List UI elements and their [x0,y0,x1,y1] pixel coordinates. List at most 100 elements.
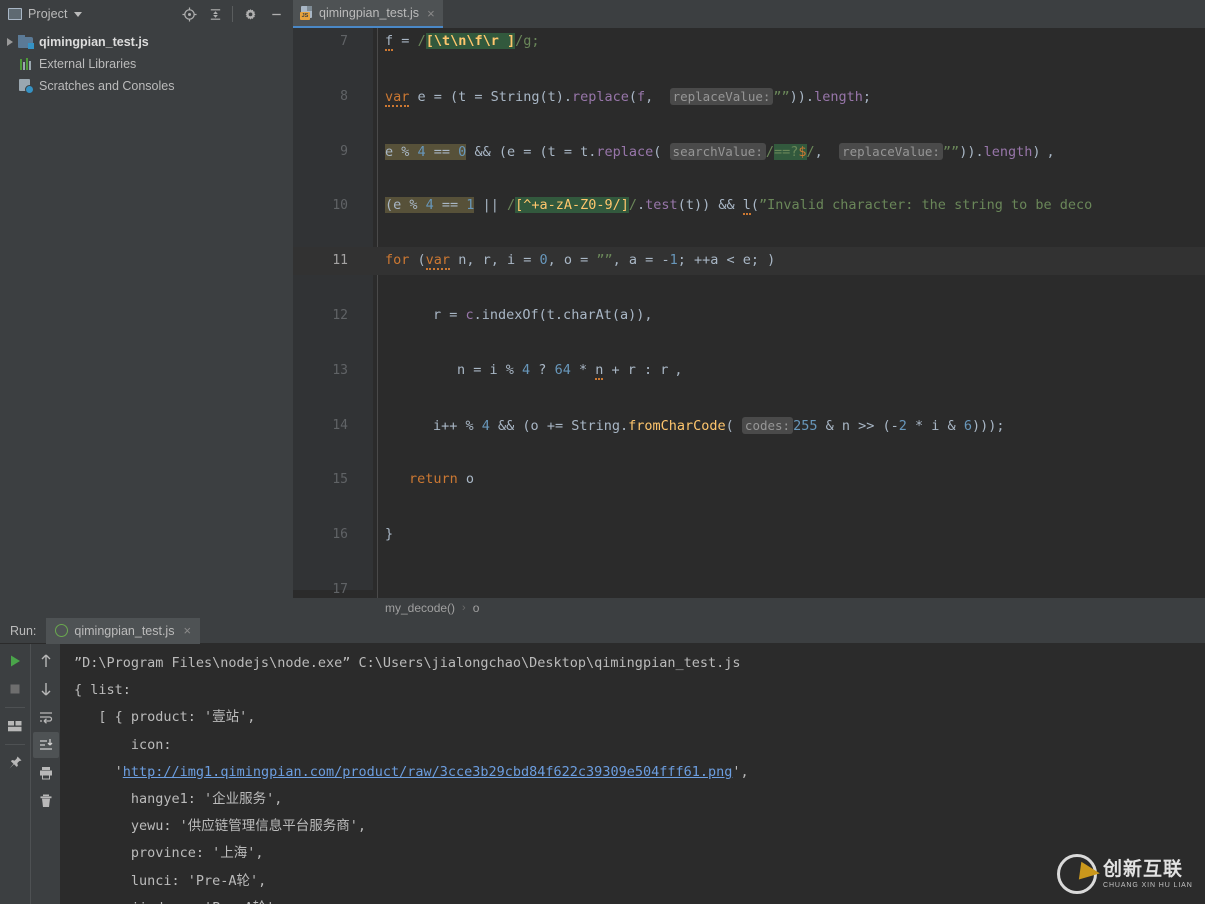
settings-gear-icon[interactable] [237,1,263,27]
run-toolbar [0,644,60,904]
code-text: return o [409,466,474,493]
locate-icon[interactable] [176,1,202,27]
tree-item-external-libraries[interactable]: External Libraries [0,53,293,75]
close-icon[interactable]: × [427,6,435,21]
code-line[interactable]: 13 n = i % 4 ? 64 * n + r : r, [293,357,1205,384]
toolbar-divider [5,744,25,745]
code-line[interactable]: 16 – } [293,521,1205,548]
project-panel-icon [8,8,22,20]
code-line[interactable]: 10 (e % 4 == 1 || /[^+a-zA-Z0-9/]/.test(… [293,192,1205,219]
console-line: [ { product: '壹站', [74,704,1205,731]
console-line: yewu: '供应链管理信息平台服务商', [74,813,1205,840]
tree-item-label: External Libraries [39,57,136,71]
run-tab-label: qimingpian_test.js [74,624,174,638]
breadcrumb: my_decode() › o [293,598,1205,618]
console-line-with-link: 'http://img1.qimingpian.com/product/raw/… [74,759,1205,786]
code-editor[interactable]: 7 f = /[\t\n\f\r ]/g; 8 var e = (t = Str… [293,28,1205,618]
tree-item-scratches-and-consoles[interactable]: Scratches and Consoles [0,75,293,97]
toolbar-divider [5,707,25,708]
logo-mark-icon [1057,854,1097,894]
console-line: ”D:\Program Files\nodejs\node.exe” C:\Us… [74,650,1205,677]
project-tree: qimingpian_test.js External Libraries Sc… [0,28,293,618]
param-hint-codes: codes: [742,417,793,434]
chevron-down-icon[interactable] [74,12,82,17]
code-line[interactable]: 15 return o [293,466,1205,493]
down-arrow-icon[interactable] [33,676,59,702]
breadcrumb-separator-icon: › [462,602,466,614]
line-number: 8 [293,83,348,110]
editor-tab-qimingpian-test-js[interactable]: JS qimingpian_test.js × [293,0,443,28]
project-panel-header: Project [0,0,293,28]
run-tool-window: Run: qimingpian_test.js × [0,618,1205,904]
code-line[interactable]: 11 for (var n, r, i = 0, o = ””, a = -1;… [293,247,1205,274]
run-tab-qimingpian-test-js[interactable]: qimingpian_test.js × [46,618,200,644]
code-line[interactable]: 12 r = c.indexOf(t.charAt(a)), [293,302,1205,329]
console-line: jieduan: 'Pre-A轮' [74,895,1205,904]
nodejs-icon [55,624,68,637]
console-hyperlink[interactable]: http://img1.qimingpian.com/product/raw/3… [123,764,733,780]
javascript-file-icon: JS [300,6,314,20]
close-icon[interactable]: × [183,623,191,638]
tree-item-label: qimingpian_test.js [39,35,149,49]
soft-wrap-icon[interactable] [33,704,59,730]
run-toolbar-col-left [0,644,30,904]
run-console-output[interactable]: ”D:\Program Files\nodejs\node.exe” C:\Us… [60,644,1205,904]
layout-icon[interactable] [2,713,28,739]
collapse-all-icon[interactable] [202,1,228,27]
editor-code-area[interactable]: 7 f = /[\t\n\f\r ]/g; 8 var e = (t = Str… [293,28,1205,590]
line-number: 15 [293,466,348,493]
print-icon[interactable] [33,760,59,786]
trash-icon[interactable] [33,788,59,814]
watermark-text: 创新互联 CHUANG XIN HU LIAN [1103,860,1193,889]
watermark-cn: 创新互联 [1103,860,1193,879]
line-number: 9 [293,138,348,165]
watermark-logo: 创新互联 CHUANG XIN HU LIAN [1057,850,1197,898]
pin-icon[interactable] [2,750,28,776]
line-number: 16 [293,521,348,548]
code-line[interactable]: 14 i++ % 4 && (o += String.fromCharCode(… [293,412,1205,439]
line-number: 13 [293,357,348,384]
toolbar-divider [232,6,233,22]
expand-arrow-icon[interactable] [7,38,13,46]
code-text: (e % 4 == 1 || /[^+a-zA-Z0-9/]/.test(t))… [385,192,1092,219]
line-number: 7 [293,28,348,55]
param-hint-search-value: searchValue: [670,143,766,160]
console-line: { list: [74,677,1205,704]
line-number: 14 [293,412,348,439]
code-text: var e = (t = String(t).replace(f, replac… [385,83,871,111]
scratches-icon [18,78,34,94]
console-line: lunci: 'Pre-A轮', [74,868,1205,895]
code-line[interactable]: 8 var e = (t = String(t).replace(f, repl… [293,83,1205,110]
code-text: i++ % 4 && (o += String.fromCharCode( co… [433,412,1004,440]
top-bar: Project JS [0,0,1205,28]
code-text: f = /[\t\n\f\r ]/g; [385,28,540,55]
code-text: n = i % 4 ? 64 * n + r : r, [457,357,683,384]
code-text: r = c.indexOf(t.charAt(a)), [433,302,652,329]
breadcrumb-item-my-decode[interactable]: my_decode() [385,601,455,615]
watermark-en: CHUANG XIN HU LIAN [1103,882,1193,889]
tree-item-label: Scratches and Consoles [39,79,175,93]
code-text: e % 4 == 0 && (e = (t = t.replace( searc… [385,138,1055,166]
code-line[interactable]: 7 f = /[\t\n\f\r ]/g; [293,28,1205,55]
line-number: 12 [293,302,348,329]
editor-tab-label: qimingpian_test.js [319,6,419,20]
line-number: 10 [293,192,348,219]
project-panel-title: Project [28,7,68,21]
tree-item-qimingpian-test-js[interactable]: qimingpian_test.js [0,31,293,53]
console-line: icon: [74,732,1205,759]
scroll-to-end-icon[interactable] [33,732,59,758]
rerun-icon[interactable] [2,648,28,674]
code-text: } [385,521,393,548]
code-line[interactable]: 9 e % 4 == 0 && (e = (t = t.replace( sea… [293,138,1205,165]
run-window-label: Run: [0,624,46,638]
line-number: 11 [293,247,348,274]
libraries-icon [18,56,34,72]
console-line: province: '上海', [74,840,1205,867]
quote-open: ' [74,764,123,780]
up-arrow-icon[interactable] [33,648,59,674]
ide-window: Project JS [0,0,1205,904]
breadcrumb-item-o[interactable]: o [473,601,480,615]
hide-panel-icon[interactable] [263,1,289,27]
param-hint-replace-value: replaceValue: [670,88,774,105]
stop-icon[interactable] [2,676,28,702]
